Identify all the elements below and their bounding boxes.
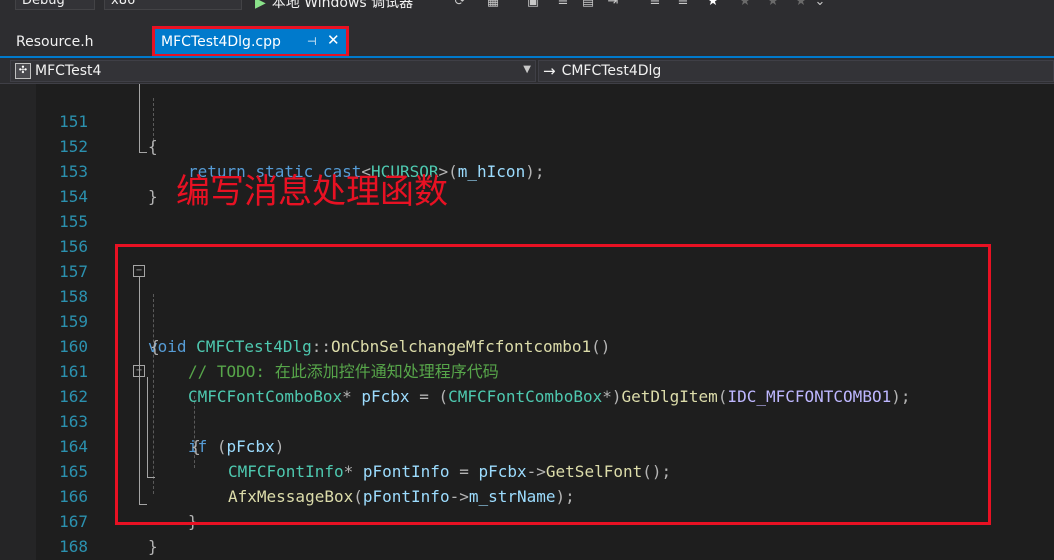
start-debugging-label: 本地 Windows 调试器 [271, 0, 414, 11]
project-dropdown[interactable]: ✣ MFCTest4 ▼ [10, 60, 536, 82]
comment-icon[interactable]: ≡ [555, 0, 571, 10]
scope-dropdown[interactable]: → CMFCTest4Dlg [538, 60, 1054, 82]
uncomment-lines-icon[interactable]: ≡ [675, 0, 691, 10]
line-number: 168 [59, 537, 88, 556]
comment-lines-icon[interactable]: ≡ [647, 0, 663, 10]
hot-reload-icon[interactable]: ⟳ [452, 0, 468, 10]
next-bookmark-icon[interactable]: ★ [765, 0, 781, 10]
prev-bookmark-icon[interactable]: ★ [737, 0, 753, 10]
solution-platform-dropdown[interactable]: x86 [104, 0, 242, 10]
project-name: MFCTest4 [35, 63, 102, 79]
code-line-153[interactable]: 153 } [36, 134, 1054, 206]
tab-mfctest4dlg-cpp[interactable]: MFCTest4Dlg.cpp ⊣ ✕ [152, 26, 349, 57]
start-debugging-button[interactable]: ▶ 本地 Windows 调试器 [255, 0, 413, 12]
highlight-box [115, 244, 991, 525]
main-toolbar: Debug x86 ▶ 本地 Windows 调试器 ⟳ ▦ ▣ ≡ ▤ ⇥ ≡ … [0, 0, 1054, 14]
code-editor[interactable]: 151 { 152 return static_cast<HCURSOR>(m_… [0, 84, 1054, 560]
code-text: } [148, 537, 158, 556]
annotation-text: 编写消息处理函数 [176, 172, 448, 212]
pin-icon[interactable]: ⊣ [307, 35, 317, 48]
chevron-down-icon: ▼ [523, 64, 531, 75]
close-icon[interactable]: ✕ [327, 31, 340, 49]
project-icon: ✣ [15, 63, 31, 79]
play-icon: ▶ [255, 0, 266, 11]
solution-config-dropdown[interactable]: Debug [15, 0, 95, 10]
browse-icon[interactable]: ▦ [485, 0, 501, 10]
toolbar-overflow-icon[interactable]: ⌄ [812, 0, 828, 10]
clear-bookmarks-icon[interactable]: ★ [793, 0, 809, 10]
scope-name: CMFCTest4Dlg [561, 63, 662, 79]
indent-icon[interactable]: ⇥ [605, 0, 621, 10]
navigation-bar: ✣ MFCTest4 ▼ → CMFCTest4Dlg [0, 58, 1054, 84]
bookmark-icon[interactable]: ★ [705, 0, 721, 10]
arrow-right-icon: → [543, 62, 556, 80]
code-line-151[interactable]: 151 { [36, 84, 1054, 156]
indicator-margin[interactable] [0, 84, 36, 560]
code-line-152[interactable]: 152 return static_cast<HCURSOR>(m_hIcon)… [36, 109, 1054, 181]
tab-label: MFCTest4Dlg.cpp [161, 33, 281, 50]
step-icon[interactable]: ▣ [525, 0, 541, 10]
tab-resource-h[interactable]: Resource.h [16, 34, 94, 50]
format-icon[interactable]: ▤ [580, 0, 596, 10]
document-tab-strip: Resource.h MFCTest4Dlg.cpp ⊣ ✕ [0, 14, 1054, 58]
